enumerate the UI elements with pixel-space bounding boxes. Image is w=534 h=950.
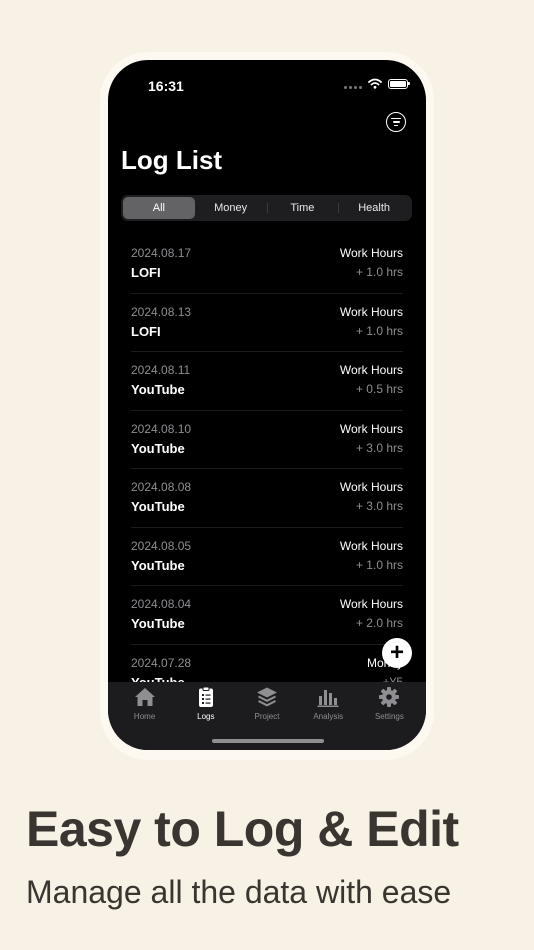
log-category: Work Hours: [339, 480, 403, 494]
log-value: + 3.0 hrs: [355, 499, 403, 513]
log-row[interactable]: 2024.08.11 YouTube Work Hours + 0.5 hrs: [131, 352, 403, 411]
marketing-subline: Manage all the data with ease: [26, 874, 452, 910]
log-row[interactable]: 2024.08.13 LOFI Work Hours + 1.0 hrs: [131, 294, 403, 352]
log-date: 2024.08.17: [131, 246, 192, 260]
tab-label: Project: [254, 712, 280, 721]
status-time: 16:31: [148, 78, 184, 94]
tab-settings[interactable]: Settings: [359, 686, 420, 750]
log-category: Work Hours: [339, 597, 403, 611]
signal-icon: [344, 79, 362, 89]
wifi-icon: [368, 78, 382, 89]
segment-time[interactable]: Time: [266, 197, 339, 219]
house-icon: [134, 688, 155, 706]
log-list[interactable]: 2024.08.17 LOFI Work Hours + 1.0 hrs 202…: [131, 235, 403, 685]
log-category: Work Hours: [339, 246, 403, 260]
log-project: YouTube: [131, 616, 185, 631]
bar-chart-icon: [317, 690, 339, 707]
tab-home[interactable]: Home: [114, 686, 175, 750]
log-project: LOFI: [131, 323, 161, 339]
phone-screen: 16:31 Log List All Money Time Health 202…: [108, 60, 426, 750]
tab-label: Logs: [197, 712, 215, 721]
tab-label: Analysis: [313, 712, 344, 721]
log-row[interactable]: 2024.08.08 YouTube Work Hours + 3.0 hrs: [131, 469, 403, 528]
log-date: 2024.08.11: [131, 363, 191, 377]
log-row[interactable]: 2024.08.04 YouTube Work Hours + 2.0 hrs: [131, 586, 403, 645]
page-title: Log List: [121, 145, 223, 175]
add-log-button[interactable]: +: [382, 638, 412, 668]
filter-button[interactable]: [386, 112, 406, 132]
home-indicator: [212, 739, 324, 743]
log-value: + 0.5 hrs: [355, 382, 403, 396]
log-value: + 3.0 hrs: [355, 440, 403, 455]
log-row[interactable]: 2024.08.10 YouTube Work Hours + 3.0 hrs: [131, 411, 403, 469]
log-project: LOFI: [131, 265, 161, 280]
tab-label: Home: [133, 712, 156, 721]
log-project: YouTube: [131, 440, 185, 456]
gear-icon: [379, 687, 400, 707]
log-value: + 1.0 hrs: [355, 265, 403, 279]
segment-health[interactable]: Health: [338, 197, 410, 219]
log-row[interactable]: 2024.08.17 LOFI Work Hours + 1.0 hrs: [131, 235, 403, 294]
marketing-headline: Easy to Log & Edit: [26, 801, 459, 857]
segment-money[interactable]: Money: [195, 197, 267, 219]
segment-control: All Money Time Health: [121, 195, 412, 221]
log-date: 2024.08.13: [131, 304, 192, 319]
log-date: 2024.08.08: [131, 480, 192, 494]
log-value: + 1.0 hrs: [355, 323, 403, 338]
log-category: Work Hours: [339, 421, 403, 436]
log-project: YouTube: [131, 499, 185, 514]
battery-icon: [388, 78, 410, 89]
status-icons: [344, 78, 410, 89]
log-row[interactable]: 2024.07.28 YouTube Money +¥5: [131, 645, 403, 686]
log-value: + 1.0 hrs: [355, 557, 403, 572]
log-category: Work Hours: [339, 304, 403, 319]
log-date: 2024.08.10: [131, 421, 192, 436]
layers-icon: [257, 687, 277, 707]
log-row[interactable]: 2024.08.05 YouTube Work Hours + 1.0 hrs: [131, 528, 403, 586]
log-project: YouTube: [131, 382, 185, 397]
log-category: Work Hours: [339, 363, 403, 377]
log-project: YouTube: [131, 557, 185, 573]
log-category: Work Hours: [339, 538, 403, 553]
clipboard-icon: [198, 686, 213, 707]
log-date: 2024.08.05: [131, 538, 192, 553]
screenshot-page: 16:31 Log List All Money Time Health 202…: [0, 0, 534, 950]
log-date: 2024.08.04: [131, 597, 192, 611]
segment-all[interactable]: All: [123, 197, 195, 219]
tab-label: Settings: [374, 712, 404, 721]
log-date: 2024.07.28: [131, 655, 192, 670]
log-value: + 2.0 hrs: [355, 616, 403, 630]
